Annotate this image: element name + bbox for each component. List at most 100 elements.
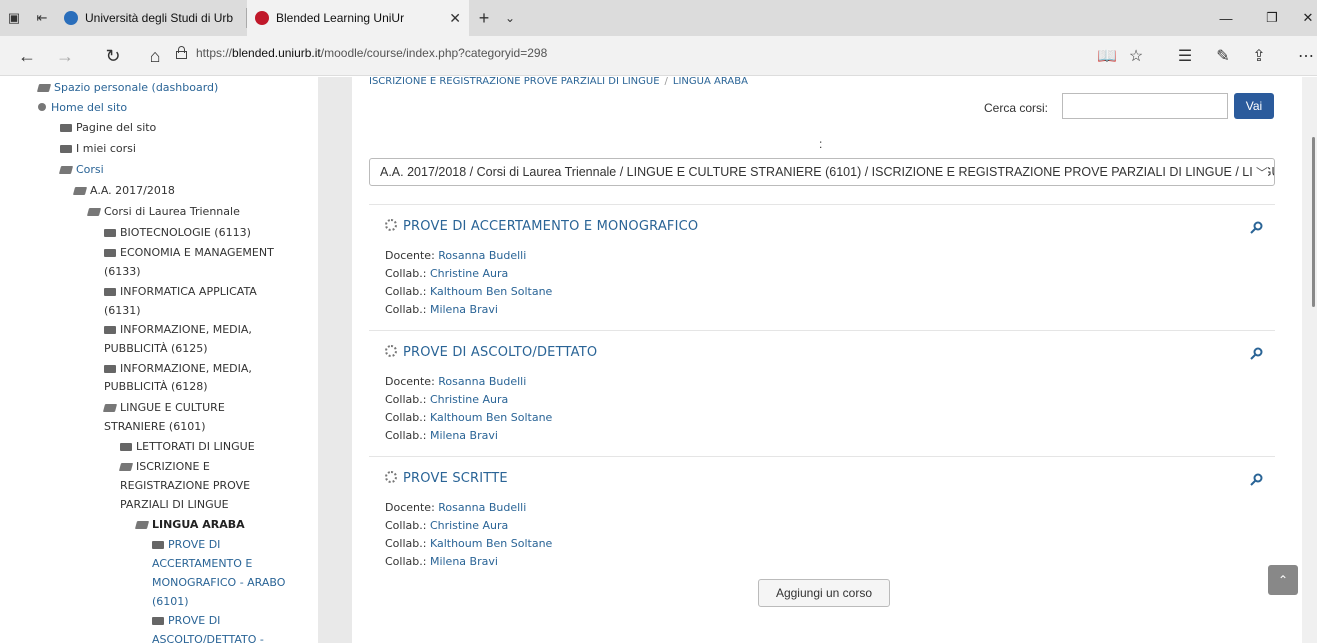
contact-name-link[interactable]: Milena Bravi [430, 303, 498, 316]
nav-label: I miei corsi [76, 142, 136, 155]
nav-lingua-araba[interactable]: LINGUA ARABA [134, 515, 245, 534]
course-title[interactable]: PROVE DI ASCOLTO/DETTATO [385, 345, 597, 360]
course-box: PROVE SCRITTE Docente: Rosanna Budelli C… [369, 456, 1275, 576]
nav-label: Spazio personale (dashboard) [54, 81, 219, 94]
folder-open-icon [86, 208, 102, 216]
nav-iscrizione-cont-2[interactable]: PARZIALI DI LINGUE [120, 495, 229, 514]
bullet-icon [38, 103, 46, 111]
nav-prove-accertamento-cont-3[interactable]: (6101) [152, 592, 189, 611]
scrollbar-thumb[interactable] [1312, 137, 1315, 307]
contact-role: Collab.: [385, 393, 427, 406]
reading-view-icon[interactable]: 📖 [1093, 36, 1121, 76]
new-tab-icon[interactable]: + [469, 8, 499, 29]
nav-label: A.A. 2017/2018 [90, 184, 175, 197]
back-to-top-icon[interactable]: ⌃ [1268, 565, 1298, 595]
home-icon[interactable]: ⌂ [140, 36, 170, 76]
more-icon[interactable]: ⋯ [1292, 36, 1317, 76]
close-tab-icon[interactable]: ✕ [449, 10, 461, 27]
tab-actions-icon[interactable]: ▣ [0, 0, 28, 36]
nav-prove-ascolto[interactable]: PROVE DI [152, 611, 220, 630]
contact-name-link[interactable]: Rosanna Budelli [438, 249, 526, 262]
nav-informatica[interactable]: INFORMATICA APPLICATA [104, 282, 257, 301]
breadcrumb-item[interactable]: LINGUA ARABA [673, 76, 748, 87]
contact-name-link[interactable]: Christine Aura [430, 393, 508, 406]
nav-informatica-code[interactable]: (6131) [104, 301, 141, 320]
folder-icon [152, 617, 164, 625]
tab-preview-chevron-icon[interactable]: ⌄ [499, 11, 521, 25]
back-icon[interactable]: ← [12, 36, 42, 76]
contact-name-link[interactable]: Rosanna Budelli [438, 501, 526, 514]
favorite-star-icon[interactable]: ☆ [1122, 36, 1150, 76]
nav-my-courses[interactable]: I miei corsi [60, 139, 136, 158]
chevron-down-icon: ﹀ [1251, 164, 1268, 181]
nav-informazione-6128-cont[interactable]: PUBBLICITÀ (6128) [104, 377, 208, 396]
nav-lingue[interactable]: LINGUE E CULTURE [102, 398, 225, 417]
tab-blended-learning[interactable]: Blended Learning UniUr ✕ [247, 0, 469, 36]
university-favicon-icon [64, 11, 78, 25]
nav-lingue-cont[interactable]: STRANIERE (6101) [104, 417, 206, 436]
forward-icon[interactable]: → [50, 36, 80, 76]
course-title[interactable]: PROVE SCRITTE [385, 471, 508, 486]
nav-informazione-6128[interactable]: INFORMAZIONE, MEDIA, [104, 359, 252, 378]
search-courses-input[interactable] [1062, 93, 1228, 119]
nav-prove-accertamento[interactable]: PROVE DI [152, 535, 220, 554]
folder-icon [104, 229, 116, 237]
tab-university[interactable]: Università degli Studi di Urb [56, 0, 246, 36]
nav-lettorati[interactable]: LETTORATI DI LINGUE [120, 437, 255, 456]
minimize-icon[interactable]: — [1203, 0, 1249, 36]
course-contact: Docente: Rosanna Budelli [385, 375, 526, 388]
nav-label: STRANIERE (6101) [104, 420, 206, 433]
refresh-icon[interactable]: ↻ [98, 36, 128, 76]
navigation-block: Spazio personale (dashboard) Home del si… [0, 77, 318, 643]
contact-name-link[interactable]: Kalthoum Ben Soltane [430, 411, 552, 424]
nav-iscrizione-cont-1[interactable]: REGISTRAZIONE PROVE [120, 476, 250, 495]
nav-home[interactable]: Home del sito [38, 98, 127, 117]
contact-name-link[interactable]: Christine Aura [430, 267, 508, 280]
contact-name-link[interactable]: Rosanna Budelli [438, 375, 526, 388]
nav-label: PUBBLICITÀ (6128) [104, 380, 208, 393]
tab-title: Università degli Studi di Urb [85, 11, 234, 25]
nav-economia[interactable]: ECONOMIA E MANAGEMENT [104, 243, 274, 262]
category-select-value: A.A. 2017/2018 / Corsi di Laurea Trienna… [380, 165, 1275, 179]
nav-prove-ascolto-cont[interactable]: ASCOLTO/DETTATO - [152, 630, 264, 643]
nav-dashboard[interactable]: Spazio personale (dashboard) [36, 78, 219, 97]
nav-economia-code[interactable]: (6133) [104, 262, 141, 281]
nav-label: INFORMAZIONE, MEDIA, [120, 323, 252, 336]
add-course-button[interactable]: Aggiungi un corso [758, 579, 890, 607]
page-content: Spazio personale (dashboard) Home del si… [0, 76, 1317, 643]
nav-triennale[interactable]: Corsi di Laurea Triennale [86, 202, 240, 221]
course-contact: Collab.: Milena Bravi [385, 555, 498, 568]
nav-iscrizione[interactable]: ISCRIZIONE E [118, 457, 210, 476]
nav-label: PROVE DI [168, 614, 221, 627]
nav-informazione-6125[interactable]: INFORMAZIONE, MEDIA, [104, 320, 252, 339]
nav-informazione-6125-cont[interactable]: PUBBLICITÀ (6125) [104, 339, 208, 358]
folder-icon [104, 365, 116, 373]
contact-name-link[interactable]: Milena Bravi [430, 555, 498, 568]
course-title[interactable]: PROVE DI ACCERTAMENTO E MONOGRAFICO [385, 219, 698, 234]
contact-name-link[interactable]: Kalthoum Ben Soltane [430, 537, 552, 550]
nav-site-pages[interactable]: Pagine del sito [60, 118, 156, 137]
folder-icon [60, 124, 72, 132]
category-select[interactable]: A.A. 2017/2018 / Corsi di Laurea Trienna… [369, 158, 1275, 186]
breadcrumb-item[interactable]: ISCRIZIONE E REGISTRAZIONE PROVE PARZIAL… [369, 76, 660, 87]
nav-biotecnologie[interactable]: BIOTECNOLOGIE (6113) [104, 223, 251, 242]
search-go-button[interactable]: Vai [1234, 93, 1274, 119]
contact-name-link[interactable]: Milena Bravi [430, 429, 498, 442]
web-note-icon[interactable]: ✎ [1209, 36, 1237, 76]
favorites-hub-icon[interactable]: ☰ [1171, 36, 1199, 76]
nav-prove-accertamento-cont-2[interactable]: MONOGRAFICO - ARABO [152, 573, 285, 592]
search-label: Cerca corsi: [984, 101, 1049, 115]
course-contact: Collab.: Kalthoum Ben Soltane [385, 411, 552, 424]
nav-prove-accertamento-cont-1[interactable]: ACCERTAMENTO E [152, 554, 252, 573]
nav-courses[interactable]: Corsi [58, 160, 104, 179]
close-window-icon[interactable]: ✕ [1285, 0, 1317, 36]
contact-name-link[interactable]: Christine Aura [430, 519, 508, 532]
contact-name-link[interactable]: Kalthoum Ben Soltane [430, 285, 552, 298]
nav-label: (6131) [104, 304, 141, 317]
url-field[interactable]: https://blended.uniurb.it/moodle/course/… [196, 46, 547, 60]
set-aside-tabs-icon[interactable]: ⇤ [28, 0, 56, 36]
share-icon[interactable]: ⇪ [1245, 36, 1273, 76]
course-contact: Collab.: Christine Aura [385, 519, 508, 532]
nav-year-2017-2018[interactable]: A.A. 2017/2018 [72, 181, 175, 200]
nav-label: ASCOLTO/DETTATO - [152, 633, 264, 643]
